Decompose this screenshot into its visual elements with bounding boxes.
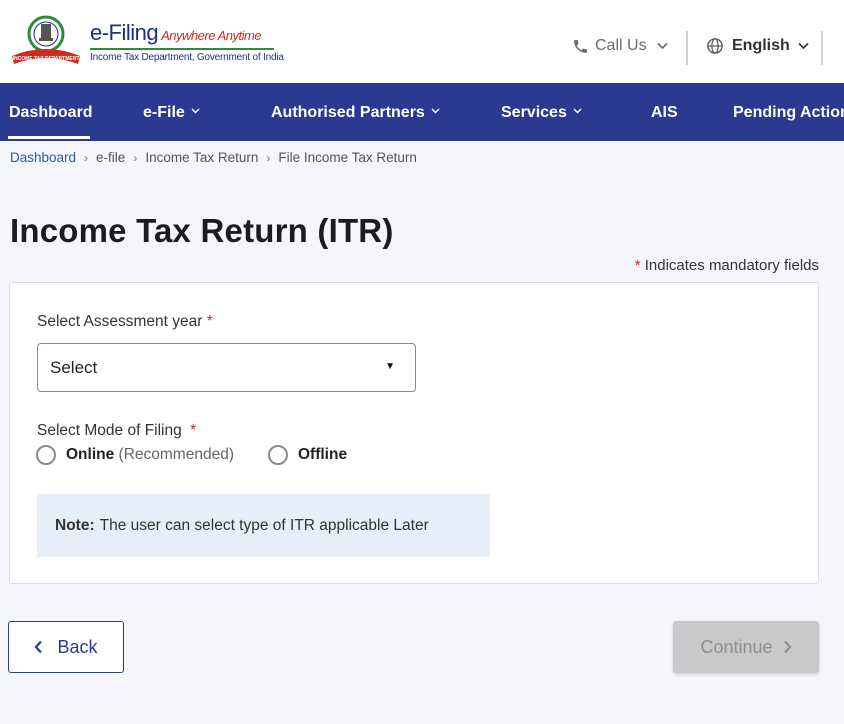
nav-label: Services: [501, 103, 567, 121]
brand-title: e-Filing Anywhere Anytime: [90, 20, 262, 46]
chevron-down-icon: [656, 42, 668, 50]
nav-services[interactable]: Services: [501, 83, 582, 141]
mandatory-note-text: Indicates mandatory fields: [644, 257, 819, 274]
call-us-label: Call Us: [595, 37, 647, 54]
chevron-right-icon: ›: [133, 150, 138, 165]
chevron-right-icon: ›: [84, 150, 89, 165]
info-note: Note: The user can select type of ITR ap…: [37, 494, 490, 557]
nav-label: AIS: [651, 103, 678, 121]
required-asterisk: *: [190, 422, 197, 439]
breadcrumb: Dashboard › e-file › Income Tax Return ›…: [10, 150, 417, 165]
back-button[interactable]: Back: [8, 621, 124, 673]
nav-label: Dashboard: [9, 103, 93, 121]
assessment-year-select[interactable]: Select ▼: [37, 343, 416, 392]
language-selector[interactable]: English: [706, 37, 809, 55]
dropdown-caret-icon: ▼: [385, 361, 395, 372]
chevron-right-icon: [783, 640, 792, 654]
breadcrumb-current: File Income Tax Return: [278, 150, 417, 165]
continue-button-label: Continue: [700, 636, 773, 657]
required-asterisk: *: [206, 313, 213, 330]
chevron-right-icon: ›: [266, 150, 271, 165]
radio-online[interactable]: Online (Recommended): [36, 445, 234, 465]
call-us-button[interactable]: Call Us: [572, 37, 668, 55]
top-header: INCOME TAX DEPARTMENT e-Filing Anywhere A…: [0, 0, 844, 83]
assessment-year-label-text: Select Assessment year: [37, 313, 203, 330]
brand-tagline: Anywhere Anytime: [161, 28, 262, 43]
emblem-lettering: INCOME TAX DEPARTMENT: [13, 56, 80, 62]
radio-online-text: Online: [66, 446, 115, 463]
phone-icon: [574, 39, 587, 53]
continue-button[interactable]: Continue: [673, 621, 819, 673]
radio-offline-label: Offline: [298, 446, 348, 463]
nav-dashboard[interactable]: Dashboard: [9, 83, 93, 141]
nav-authorised-partners[interactable]: Authorised Partners: [271, 83, 440, 141]
breadcrumb-efile[interactable]: e-file: [96, 150, 125, 165]
nav-label: Pending Actions: [733, 103, 844, 121]
itr-form-card: Select Assessment year * Select ▼ Select…: [9, 282, 819, 584]
mandatory-note: * Indicates mandatory fields: [635, 257, 819, 274]
language-label: English: [732, 37, 790, 54]
breadcrumb-dashboard[interactable]: Dashboard: [10, 150, 76, 165]
assessment-year-value: Select: [50, 357, 98, 377]
efiling-logo[interactable]: INCOME TAX DEPARTMENT e-Filing Anywhere A…: [8, 12, 284, 68]
nav-active-indicator: [8, 136, 90, 139]
chevron-down-icon: [573, 107, 582, 114]
header-divider: [821, 31, 823, 65]
radio-offline[interactable]: Offline: [268, 445, 347, 465]
chevron-down-icon: [798, 42, 809, 50]
main-nav: Dashboard e-File Authorised Partners Ser…: [0, 83, 844, 141]
header-divider: [686, 31, 688, 65]
radio-online-hint: (Recommended): [118, 446, 234, 463]
breadcrumb-itr[interactable]: Income Tax Return: [145, 150, 258, 165]
nav-label: e-File: [143, 103, 185, 121]
radio-circle-icon[interactable]: [36, 445, 56, 465]
nav-label: Authorised Partners: [271, 103, 425, 121]
back-button-label: Back: [57, 636, 98, 657]
nav-pending-actions[interactable]: Pending Actions: [733, 83, 844, 141]
chevron-left-icon: [34, 640, 43, 654]
emblem-icon: INCOME TAX DEPARTMENT: [12, 15, 80, 64]
nav-efile[interactable]: e-File: [143, 83, 200, 141]
brand-name: e-Filing: [90, 20, 159, 45]
chevron-down-icon: [191, 107, 200, 114]
note-text: The user can select type of ITR applicab…: [99, 516, 429, 534]
brand-divider: [90, 48, 274, 50]
brand-subtitle: Income Tax Department, Government of Ind…: [90, 52, 284, 63]
assessment-year-label: Select Assessment year *: [37, 313, 213, 331]
radio-circle-icon[interactable]: [268, 445, 288, 465]
chevron-down-icon: [431, 107, 440, 114]
nav-ais[interactable]: AIS: [651, 83, 678, 141]
filing-mode-label-text: Select Mode of Filing: [37, 422, 182, 439]
globe-icon: [707, 38, 723, 54]
radio-online-label: Online (Recommended): [66, 446, 234, 464]
note-label: Note:: [55, 516, 95, 534]
required-asterisk: *: [634, 257, 641, 274]
page-title: Income Tax Return (ITR): [10, 212, 394, 249]
filing-mode-label: Select Mode of Filing *: [37, 422, 196, 440]
